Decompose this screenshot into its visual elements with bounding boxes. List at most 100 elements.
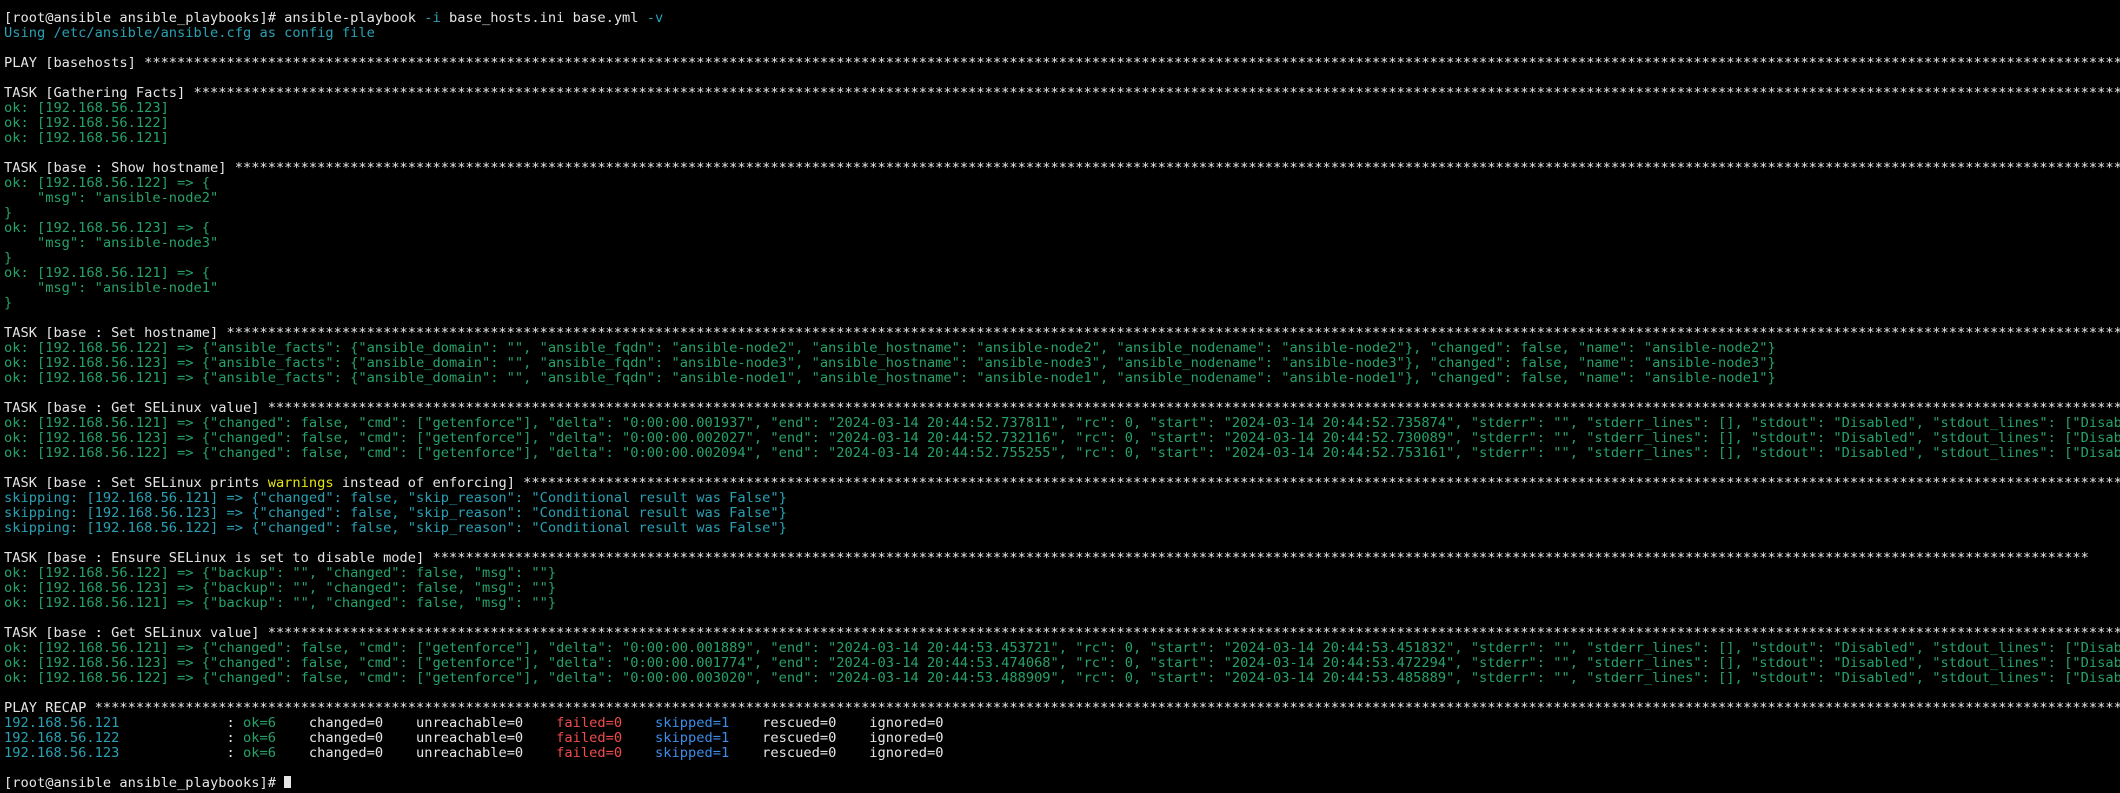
terminal-text: rescued=0 ignored=0 (729, 746, 944, 761)
terminal-text: TASK [base : Show hostname] ************… (4, 161, 2120, 176)
terminal-text: ok=6 (242, 746, 276, 761)
terminal-text: "msg": "ansible-node3" (4, 236, 219, 251)
terminal-text: Using /etc/ansible/ansible.cfg as config… (4, 26, 375, 41)
terminal-window[interactable]: [root@ansible ansible_playbooks]# ansibl… (0, 0, 2120, 793)
terminal-line: skipping: [192.168.56.121] => {"changed"… (4, 491, 2120, 506)
terminal-text: failed=0 (556, 731, 623, 746)
terminal-text: TASK [base : Set SELinux prints (4, 476, 268, 491)
terminal-text: 192.168.56.121 (4, 716, 120, 731)
terminal-text: : (119, 716, 243, 731)
terminal-line: TASK [base : Show hostname] ************… (4, 161, 2120, 176)
terminal-text: failed=0 (556, 716, 623, 731)
terminal-text: 192.168.56.122 (4, 731, 120, 746)
terminal-line: 192.168.56.123 : ok=6 changed=0 unreacha… (4, 746, 2120, 761)
shell-prompt-line[interactable]: [root@ansible ansible_playbooks]# (4, 776, 2120, 791)
terminal-line: TASK [base : Ensure SELinux is set to di… (4, 551, 2120, 566)
terminal-line: PLAY RECAP *****************************… (4, 701, 2120, 716)
terminal-text: ok: [192.168.56.122] => { (4, 176, 211, 191)
terminal-line: ok: [192.168.56.123] => {"changed": fals… (4, 656, 2120, 671)
terminal-text: changed=0 unreachable=0 (275, 731, 557, 746)
terminal-line: ok: [192.168.56.122] => {"ansible_facts"… (4, 341, 2120, 356)
terminal-line: ok: [192.168.56.123] => {"ansible_facts"… (4, 356, 2120, 371)
terminal-line: ok: [192.168.56.122] => {"backup": "", "… (4, 566, 2120, 581)
terminal-line: ok: [192.168.56.121] => {"ansible_facts"… (4, 371, 2120, 386)
terminal-line: ok: [192.168.56.123] => {"changed": fals… (4, 431, 2120, 446)
terminal-text: : (119, 746, 243, 761)
terminal-text: -v (646, 11, 664, 26)
terminal-text: rescued=0 ignored=0 (729, 731, 944, 746)
terminal-line: TASK [base : Set SELinux prints warnings… (4, 476, 2120, 491)
terminal-text: skipping: [192.168.56.122] => {"changed"… (4, 521, 787, 536)
terminal-text: ok: [192.168.56.121] => {"changed": fals… (4, 416, 2120, 431)
terminal-text: ok: [192.168.56.123] => { (4, 221, 211, 236)
terminal-line: TASK [base : Get SELinux value] ********… (4, 401, 2120, 416)
terminal-line: "msg": "ansible-node2" (4, 191, 2120, 206)
terminal-text: TASK [base : Ensure SELinux is set to di… (4, 551, 2089, 566)
terminal-text: ok: [192.168.56.123] (4, 101, 169, 116)
terminal-text: } (4, 206, 13, 221)
terminal-text: TASK [Gathering Facts] *****************… (4, 86, 2120, 101)
terminal-text: "msg": "ansible-node2" (4, 191, 219, 206)
terminal-line: ok: [192.168.56.123] => { (4, 221, 2120, 236)
terminal-text: TASK [base : Get SELinux value] ********… (4, 401, 2120, 416)
terminal-line: TASK [base : Get SELinux value] ********… (4, 626, 2120, 641)
terminal-text: changed=0 unreachable=0 (275, 716, 557, 731)
terminal-text: ok: [192.168.56.122] (4, 116, 169, 131)
terminal-text: ok: [192.168.56.123] => {"changed": fals… (4, 431, 2120, 446)
terminal-line: ok: [192.168.56.122] (4, 116, 2120, 131)
terminal-line: } (4, 296, 2120, 311)
terminal-text: ok: [192.168.56.121] => {"backup": "", "… (4, 596, 557, 611)
terminal-text: } (4, 251, 13, 266)
terminal-text: ok: [192.168.56.122] => {"changed": fals… (4, 446, 2120, 461)
terminal-line: } (4, 251, 2120, 266)
terminal-text: PLAY RECAP *****************************… (4, 701, 2120, 716)
terminal-text: TASK [base : Get SELinux value] ********… (4, 626, 2120, 641)
terminal-text: ok: [192.168.56.122] => {"ansible_facts"… (4, 341, 1776, 356)
terminal-line: 192.168.56.121 : ok=6 changed=0 unreacha… (4, 716, 2120, 731)
terminal-line: [root@ansible ansible_playbooks]# ansibl… (4, 11, 2120, 26)
terminal-text: skipped=1 (655, 716, 730, 731)
terminal-line: ok: [192.168.56.122] => {"changed": fals… (4, 671, 2120, 686)
terminal-line: ok: [192.168.56.123] (4, 101, 2120, 116)
terminal-text: skipping: [192.168.56.123] => {"changed"… (4, 506, 787, 521)
terminal-line: ok: [192.168.56.121] => {"backup": "", "… (4, 596, 2120, 611)
terminal-text: ok: [192.168.56.121] => {"ansible_facts"… (4, 371, 1776, 386)
terminal-line: ok: [192.168.56.121] (4, 131, 2120, 146)
terminal-line: TASK [base : Set hostname] *************… (4, 326, 2120, 341)
terminal-line: "msg": "ansible-node1" (4, 281, 2120, 296)
terminal-text: ok: [192.168.56.122] => {"changed": fals… (4, 671, 2120, 686)
terminal-line: ok: [192.168.56.121] => { (4, 266, 2120, 281)
terminal-text: -i (424, 11, 441, 26)
terminal-line: skipping: [192.168.56.122] => {"changed"… (4, 521, 2120, 536)
terminal-line: PLAY [basehosts] ***********************… (4, 56, 2120, 71)
terminal-text: ok: [192.168.56.123] => {"ansible_facts"… (4, 356, 1776, 371)
terminal-text: changed=0 unreachable=0 (275, 746, 557, 761)
terminal-text: 192.168.56.123 (4, 746, 120, 761)
terminal-text: ok: [192.168.56.123] => {"backup": "", "… (4, 581, 557, 596)
terminal-text: ok: [192.168.56.123] => {"changed": fals… (4, 656, 2120, 671)
terminal-text: skipped=1 (655, 731, 730, 746)
terminal-text: ok: [192.168.56.121] => {"changed": fals… (4, 641, 2120, 656)
terminal-line: Using /etc/ansible/ansible.cfg as config… (4, 26, 2120, 41)
terminal-text: : (119, 731, 243, 746)
terminal-text: [root@ansible ansible_playbooks]# ansibl… (4, 11, 425, 26)
terminal-line: ok: [192.168.56.122] => { (4, 176, 2120, 191)
terminal-line: TASK [Gathering Facts] *****************… (4, 86, 2120, 101)
terminal-text: ok: [192.168.56.121] (4, 131, 169, 146)
terminal-text: [root@ansible ansible_playbooks]# (4, 776, 285, 791)
terminal-text: } (4, 296, 13, 311)
terminal-line: 192.168.56.122 : ok=6 changed=0 unreacha… (4, 731, 2120, 746)
terminal-text: "msg": "ansible-node1" (4, 281, 219, 296)
